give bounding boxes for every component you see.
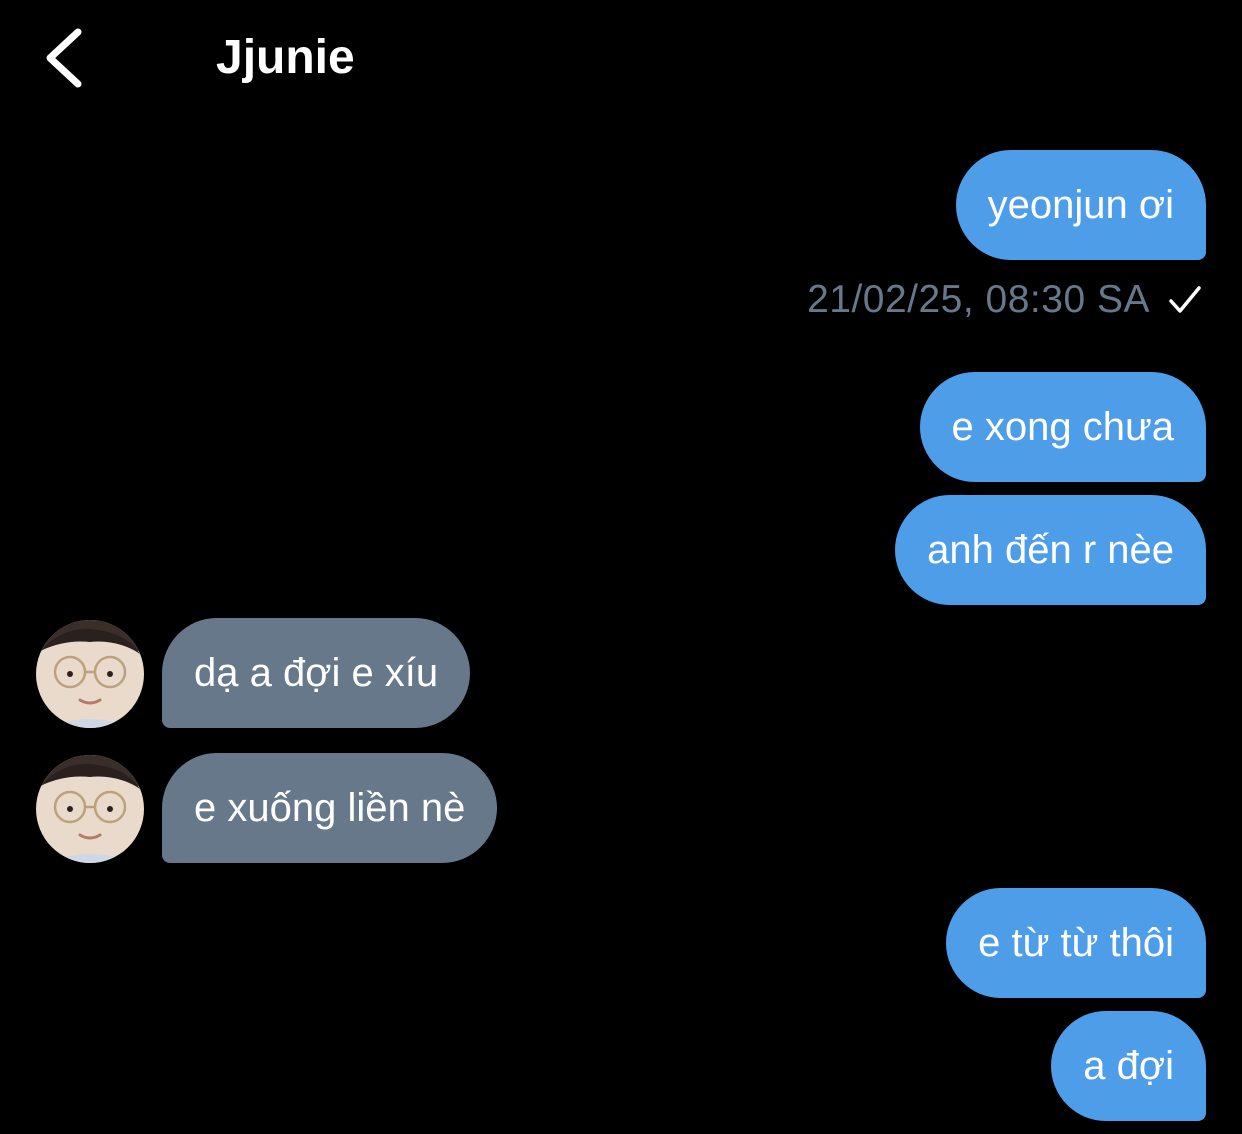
message-bubble-sent[interactable]: a đợi <box>1051 1011 1206 1121</box>
message-text: e xuống liền nè <box>194 785 466 830</box>
message-text: anh đến r nèe <box>927 527 1174 572</box>
message-bubble-received[interactable]: e xuống liền nè <box>162 753 498 863</box>
avatar-photo-icon <box>36 755 144 863</box>
message-status: 21/02/25, 08:30 SA <box>807 272 1202 328</box>
message-bubble-sent[interactable]: e xong chưa <box>919 372 1206 482</box>
avatar[interactable] <box>36 755 144 863</box>
avatar[interactable] <box>36 620 144 728</box>
chevron-left-icon <box>46 28 82 88</box>
message-text: e từ từ thôi <box>978 920 1174 965</box>
conversation-title[interactable]: Jjunie <box>216 30 355 86</box>
message-text: a đợi <box>1083 1043 1174 1088</box>
checkmark-icon <box>1169 286 1201 313</box>
message-text: dạ a đợi e xíu <box>194 650 439 695</box>
avatar-photo-icon <box>36 620 144 728</box>
message-bubble-sent[interactable]: anh đến r nèe <box>895 495 1206 605</box>
message-bubble-received[interactable]: dạ a đợi e xíu <box>162 618 471 728</box>
chat-header: Jjunie <box>0 0 1242 120</box>
message-timestamp: 21/02/25, 08:30 SA <box>807 278 1150 321</box>
message-text: yeonjun ơi <box>987 182 1174 227</box>
message-bubble-sent[interactable]: yeonjun ơi <box>955 150 1206 260</box>
back-button[interactable] <box>36 22 100 94</box>
message-text: e xong chưa <box>951 404 1174 449</box>
message-bubble-sent[interactable]: e từ từ thôi <box>946 888 1206 998</box>
